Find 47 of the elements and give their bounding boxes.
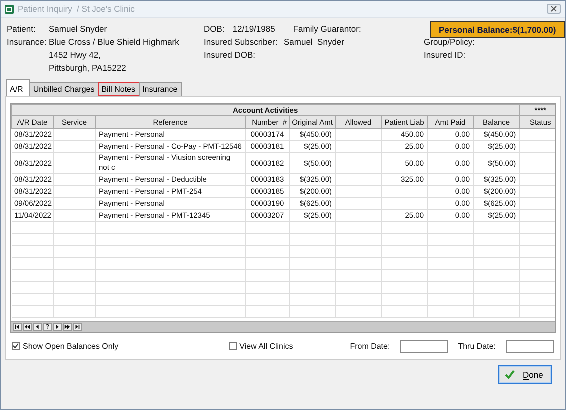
field-label: Patient: bbox=[7, 24, 37, 34]
field-label: Insured DOB: bbox=[204, 50, 256, 60]
close-button[interactable] bbox=[547, 4, 561, 14]
navigator-button[interactable] bbox=[53, 323, 62, 331]
tab[interactable]: Insurance bbox=[138, 82, 182, 96]
navigator-button[interactable] bbox=[63, 323, 72, 331]
field-label: Insured Subscriber: bbox=[204, 36, 279, 46]
right-arrow-icon bbox=[54, 323, 61, 331]
right-arrow-icon bbox=[74, 323, 81, 331]
checkbox-label: View All Clinics bbox=[240, 342, 294, 350]
balance-value: $(1,700.00) bbox=[512, 24, 556, 34]
insurance-line: Pittsburgh, PA15222 bbox=[49, 62, 128, 72]
navigator-button[interactable] bbox=[23, 323, 32, 331]
checkbox-box[interactable] bbox=[12, 342, 20, 350]
patient-name: Samuel Snyder bbox=[49, 24, 108, 34]
insurance-line: Blue Cross / Blue Shield Highmark bbox=[49, 36, 180, 46]
dob-value: 12/19/1985 bbox=[232, 24, 276, 34]
tab[interactable]: A/R bbox=[6, 79, 30, 96]
app-icon bbox=[5, 4, 14, 14]
field-label: Group/Policy: bbox=[424, 36, 476, 46]
left-arrow-icon bbox=[34, 323, 41, 331]
checkbox[interactable]: View All Clinics bbox=[228, 342, 294, 350]
close-icon bbox=[551, 6, 557, 12]
field-label: Insured ID: bbox=[424, 50, 467, 60]
navigator-button[interactable] bbox=[13, 323, 22, 331]
subscriber-name: Samuel Snyder bbox=[284, 36, 346, 46]
date-field[interactable] bbox=[400, 340, 448, 352]
checkbox-box[interactable] bbox=[228, 342, 237, 350]
date-field[interactable] bbox=[506, 340, 554, 352]
right-arrow-icon bbox=[64, 323, 71, 331]
field-label: From Date: bbox=[350, 342, 390, 350]
left-arrow-icon bbox=[24, 323, 31, 331]
insurance-line: 1452 Hwy 42, bbox=[49, 50, 102, 60]
navigator-button[interactable] bbox=[73, 323, 82, 331]
window-title: Patient Inquiry / St Joe's Clinic bbox=[18, 4, 136, 14]
navigator-button[interactable] bbox=[33, 323, 42, 331]
done-button[interactable]: Done bbox=[498, 365, 552, 384]
tab[interactable]: Bill Notes bbox=[98, 82, 140, 96]
field-label: Insurance: bbox=[7, 36, 48, 46]
left-arrow-icon bbox=[14, 323, 21, 331]
tab[interactable]: Unbilled Charges bbox=[29, 82, 99, 96]
balance-label: Personal Balance: bbox=[439, 24, 513, 34]
field-label: DOB: bbox=[204, 24, 225, 34]
check-icon bbox=[13, 343, 19, 349]
field-label: Thru Date: bbox=[458, 342, 496, 350]
field-label: Family Guarantor: bbox=[293, 24, 362, 34]
check-icon bbox=[505, 370, 515, 379]
